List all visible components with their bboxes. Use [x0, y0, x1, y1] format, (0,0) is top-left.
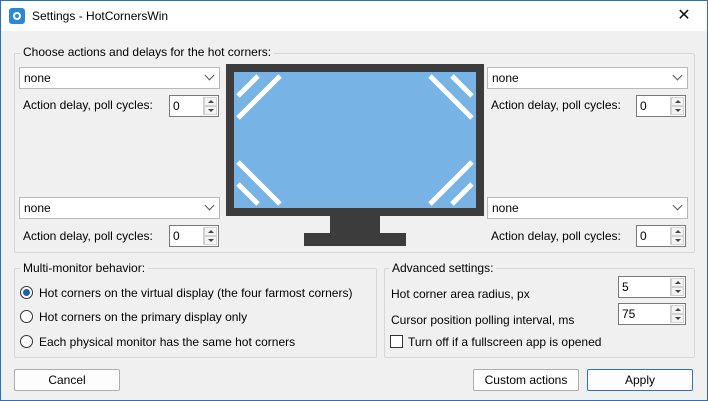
- bottom-right-delay-spinner[interactable]: 0: [636, 225, 686, 247]
- monitor-screen: [234, 72, 476, 208]
- polling-value: 75: [622, 307, 636, 321]
- radio-each-monitor[interactable]: [20, 335, 33, 348]
- radius-spinner[interactable]: 5: [618, 276, 686, 298]
- spin-down-icon[interactable]: [671, 106, 684, 115]
- radio-primary-display-label[interactable]: Hot corners on the primary display only: [39, 310, 247, 324]
- top-right-delay-value: 0: [640, 99, 647, 113]
- radio-primary-display[interactable]: [20, 310, 33, 323]
- settings-window: Settings - HotCornersWin ✕ Choose action…: [0, 0, 708, 401]
- fullscreen-checkbox[interactable]: [390, 335, 403, 348]
- custom-actions-button[interactable]: Custom actions: [473, 369, 579, 391]
- radius-label: Hot corner area radius, px: [391, 287, 530, 301]
- multi-monitor-group-label: Multi-monitor behavior:: [20, 261, 149, 275]
- spin-down-icon[interactable]: [671, 287, 684, 296]
- hot-corners-group-label: Choose actions and delays for the hot co…: [20, 45, 275, 59]
- bottom-right-delay-label: Action delay, poll cycles:: [491, 229, 621, 243]
- radio-virtual-display[interactable]: [20, 286, 33, 299]
- apply-button[interactable]: Apply: [587, 369, 693, 391]
- radio-virtual-display-label[interactable]: Hot corners on the virtual display (the …: [39, 286, 352, 300]
- chevron-down-icon: [204, 200, 215, 211]
- top-right-action-value: none: [492, 71, 519, 85]
- top-left-delay-spinner[interactable]: 0: [169, 95, 219, 117]
- close-button[interactable]: ✕: [661, 1, 707, 31]
- spin-up-icon[interactable]: [671, 278, 684, 287]
- spin-down-icon[interactable]: [204, 106, 217, 115]
- bottom-left-delay-value: 0: [173, 229, 180, 243]
- spin-up-icon[interactable]: [671, 97, 684, 106]
- top-left-delay-label: Action delay, poll cycles:: [23, 98, 153, 112]
- bottom-left-delay-label: Action delay, poll cycles:: [23, 229, 153, 243]
- top-left-action-select[interactable]: none: [19, 67, 220, 89]
- app-icon: [9, 8, 25, 24]
- spin-up-icon[interactable]: [204, 97, 217, 106]
- spinner-buttons: [670, 227, 684, 245]
- bottom-right-delay-value: 0: [640, 229, 647, 243]
- monitor-neck: [330, 216, 380, 233]
- spinner-buttons: [203, 227, 217, 245]
- title-bar: Settings - HotCornersWin ✕: [1, 1, 707, 31]
- spin-down-icon[interactable]: [204, 236, 217, 245]
- spinner-buttons: [670, 305, 684, 323]
- spin-down-icon[interactable]: [671, 314, 684, 323]
- bottom-right-action-value: none: [492, 201, 519, 215]
- cancel-button[interactable]: Cancel: [14, 369, 120, 391]
- spinner-buttons: [670, 278, 684, 296]
- polling-label: Cursor position polling interval, ms: [391, 313, 575, 327]
- spin-up-icon[interactable]: [671, 227, 684, 236]
- bottom-right-action-select[interactable]: none: [487, 197, 688, 219]
- monitor-stand: [304, 233, 406, 246]
- top-right-delay-label: Action delay, poll cycles:: [491, 98, 621, 112]
- top-left-action-value: none: [24, 71, 51, 85]
- radio-each-monitor-label[interactable]: Each physical monitor has the same hot c…: [39, 335, 295, 349]
- window-title: Settings - HotCornersWin: [32, 9, 169, 23]
- top-left-delay-value: 0: [173, 99, 180, 113]
- chevron-down-icon: [672, 200, 683, 211]
- spin-up-icon[interactable]: [671, 305, 684, 314]
- spinner-buttons: [670, 97, 684, 115]
- bottom-left-action-value: none: [24, 201, 51, 215]
- polling-spinner[interactable]: 75: [618, 303, 686, 325]
- radius-value: 5: [622, 280, 629, 294]
- top-right-delay-spinner[interactable]: 0: [636, 95, 686, 117]
- chevron-down-icon: [204, 70, 215, 81]
- fullscreen-checkbox-label[interactable]: Turn off if a fullscreen app is opened: [408, 335, 601, 349]
- spin-down-icon[interactable]: [671, 236, 684, 245]
- bottom-left-action-select[interactable]: none: [19, 197, 220, 219]
- bottom-left-delay-spinner[interactable]: 0: [169, 225, 219, 247]
- chevron-down-icon: [672, 70, 683, 81]
- advanced-settings-group-label: Advanced settings:: [389, 261, 497, 275]
- top-right-action-select[interactable]: none: [487, 67, 688, 89]
- spinner-buttons: [203, 97, 217, 115]
- spin-up-icon[interactable]: [204, 227, 217, 236]
- monitor-icon: [226, 64, 484, 246]
